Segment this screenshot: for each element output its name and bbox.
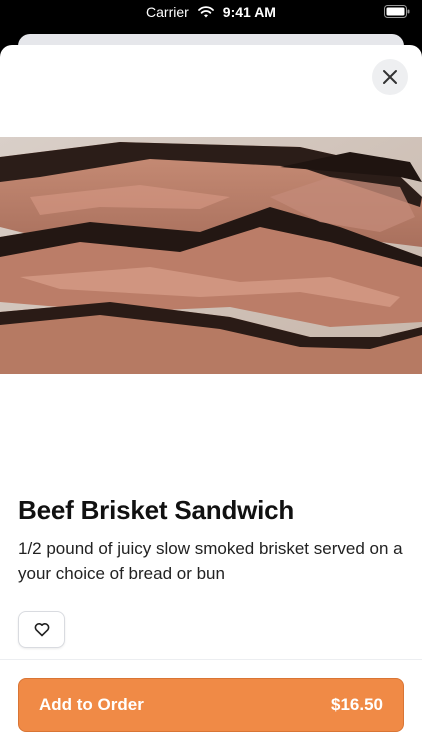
price-label: $16.50 [331,695,383,714]
product-description: 1/2 pound of juicy slow smoked brisket s… [18,539,403,583]
close-button[interactable] [372,59,408,95]
wifi-icon [197,6,214,18]
add-to-order-label: Add to Order [39,695,144,714]
product-title: Beef Brisket Sandwich [18,495,295,525]
add-to-order-button[interactable]: Add to Order $16.50 [18,678,404,732]
divider [0,659,422,660]
status-bar: Carrier 9:41 AM [0,0,422,24]
status-time: 9:41 AM [222,4,276,20]
product-image [0,137,422,374]
carrier-label: Carrier [146,4,189,20]
product-sheet: Beef Brisket Sandwich 1/2 pound of juicy… [0,45,422,750]
close-icon [383,70,397,84]
favorite-button[interactable] [18,611,65,648]
battery-icon [384,5,410,18]
brisket-photo [0,137,422,374]
heart-icon [34,623,49,637]
status-center: Carrier 9:41 AM [0,4,422,20]
